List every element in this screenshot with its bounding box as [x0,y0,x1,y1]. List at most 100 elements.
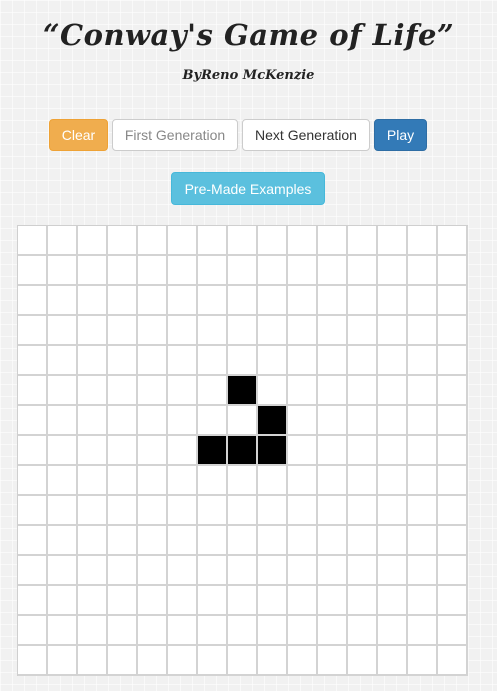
grid-cell[interactable] [348,646,378,676]
grid-cell[interactable] [438,496,468,526]
grid-cell[interactable] [18,226,48,256]
grid-cell[interactable] [48,406,78,436]
grid-cell[interactable] [348,376,378,406]
grid-cell[interactable] [48,646,78,676]
grid-cell[interactable] [48,496,78,526]
grid-cell[interactable] [48,286,78,316]
grid-cell[interactable] [378,316,408,346]
grid-cell[interactable] [438,526,468,556]
grid-cell[interactable] [108,376,138,406]
grid-cell[interactable] [348,466,378,496]
grid-cell[interactable] [258,316,288,346]
grid-cell[interactable] [18,436,48,466]
grid-cell[interactable] [198,346,228,376]
grid-cell[interactable] [408,526,438,556]
grid-cell-alive[interactable] [258,406,288,436]
grid-cell[interactable] [288,436,318,466]
grid-cell[interactable] [438,586,468,616]
grid-cell[interactable] [138,286,168,316]
grid-cell[interactable] [168,526,198,556]
grid-cell[interactable] [378,526,408,556]
grid-cell[interactable] [48,226,78,256]
grid-cell[interactable] [318,286,348,316]
grid-cell[interactable] [138,226,168,256]
grid-cell[interactable] [48,466,78,496]
grid-cell[interactable] [18,406,48,436]
grid-cell[interactable] [138,316,168,346]
grid-cell[interactable] [138,376,168,406]
grid-cell[interactable] [48,316,78,346]
grid-cell[interactable] [168,406,198,436]
grid-cell[interactable] [348,436,378,466]
grid-cell[interactable] [348,406,378,436]
grid-cell[interactable] [198,406,228,436]
grid-cell[interactable] [258,226,288,256]
grid-cell[interactable] [258,616,288,646]
grid-cell[interactable] [108,616,138,646]
grid-cell[interactable] [318,586,348,616]
grid-cell[interactable] [288,586,318,616]
grid-cell[interactable] [288,376,318,406]
grid-cell[interactable] [18,526,48,556]
grid-cell[interactable] [78,586,108,616]
grid-cell[interactable] [108,316,138,346]
grid-cell[interactable] [288,556,318,586]
grid-cell[interactable] [348,256,378,286]
grid-cell[interactable] [168,316,198,346]
grid-cell[interactable] [48,436,78,466]
grid-cell[interactable] [288,496,318,526]
grid-cell[interactable] [78,616,108,646]
grid-cell[interactable] [78,376,108,406]
grid-cell[interactable] [198,466,228,496]
grid-cell[interactable] [198,376,228,406]
grid-cell[interactable] [228,646,258,676]
grid-cell[interactable] [228,616,258,646]
grid-cell-alive[interactable] [258,436,288,466]
grid-cell[interactable] [18,256,48,286]
grid-cell[interactable] [258,466,288,496]
grid-cell[interactable] [108,526,138,556]
grid-cell[interactable] [108,646,138,676]
grid-cell[interactable] [48,556,78,586]
grid-cell[interactable] [438,316,468,346]
grid-cell[interactable] [438,376,468,406]
grid-cell[interactable] [378,556,408,586]
grid-cell[interactable] [198,286,228,316]
grid-cell[interactable] [288,226,318,256]
grid-cell[interactable] [288,466,318,496]
grid-cell[interactable] [378,346,408,376]
grid-cell[interactable] [168,436,198,466]
grid-cell[interactable] [228,406,258,436]
grid-cell[interactable] [78,256,108,286]
grid-cell[interactable] [258,496,288,526]
grid-cell[interactable] [408,226,438,256]
grid-cell[interactable] [438,616,468,646]
grid-cell[interactable] [318,646,348,676]
grid-cell[interactable] [378,256,408,286]
play-button[interactable]: Play [374,119,427,151]
grid-cell[interactable] [168,646,198,676]
grid-cell[interactable] [228,226,258,256]
grid-cell[interactable] [108,256,138,286]
grid-cell[interactable] [318,436,348,466]
grid-cell[interactable] [258,376,288,406]
grid-cell[interactable] [18,556,48,586]
grid-cell[interactable] [438,466,468,496]
grid-cell[interactable] [198,616,228,646]
grid-cell[interactable] [378,616,408,646]
grid-cell[interactable] [78,556,108,586]
grid-cell[interactable] [378,496,408,526]
grid-cell[interactable] [408,646,438,676]
grid-cell[interactable] [318,226,348,256]
grid-cell[interactable] [168,226,198,256]
grid-cell[interactable] [438,436,468,466]
grid-cell[interactable] [438,346,468,376]
grid-cell[interactable] [138,526,168,556]
grid-cell[interactable] [408,496,438,526]
grid-cell[interactable] [288,286,318,316]
grid-cell[interactable] [348,556,378,586]
grid-cell[interactable] [408,586,438,616]
grid-cell[interactable] [228,346,258,376]
grid-cell[interactable] [198,556,228,586]
grid-cell[interactable] [108,556,138,586]
